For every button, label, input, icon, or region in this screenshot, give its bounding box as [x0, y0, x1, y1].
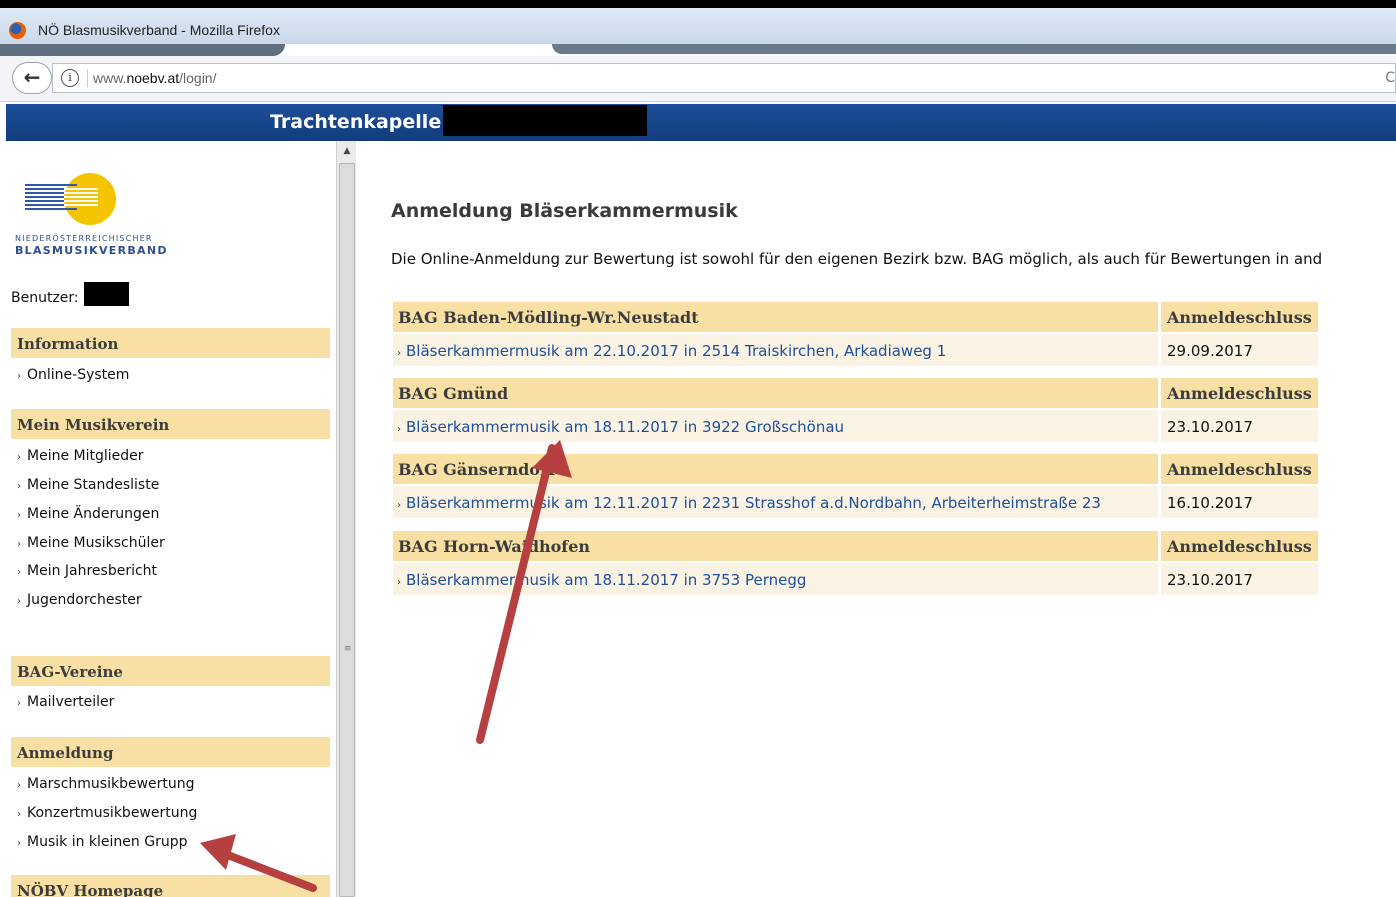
chevron-right-icon: › [397, 577, 401, 588]
intro-text: Die Online-Anmeldung zur Bewertung ist s… [391, 250, 1323, 268]
sidebar-heading-bag-vereine: BAG-Vereine [11, 656, 330, 686]
reload-icon[interactable]: C [1385, 70, 1395, 86]
deadline-value: 16.10.2017 [1161, 486, 1318, 518]
chevron-right-icon: › [17, 809, 21, 820]
sidebar-item-label: Meine Änderungen [27, 506, 160, 522]
tab-left[interactable] [0, 44, 285, 56]
logo-text-line1: NIEDERÖSTERREICHISCHER [15, 234, 153, 243]
deadline-value: 29.09.2017 [1161, 334, 1318, 366]
sidebar-item-label: Online-System [27, 367, 130, 383]
deadline-heading: Anmeldeschluss [1161, 302, 1318, 332]
window-titlebar: NÖ Blasmusikverband - Mozilla Firefox [0, 8, 1396, 44]
sidebar-item-label: Mein Jahresbericht [27, 563, 158, 579]
bag-heading: BAG Gmünd [393, 378, 1158, 408]
site-header: Trachtenkapelle [6, 104, 1396, 141]
sidebar-heading-information: Information [11, 328, 330, 358]
deadline-heading: Anmeldeschluss [1161, 531, 1318, 561]
chevron-right-icon: › [17, 596, 21, 607]
sidebar-scrollbar[interactable]: ▲ ≡ [336, 141, 356, 897]
deadline-value: 23.10.2017 [1161, 563, 1318, 595]
sidebar-item-standesliste[interactable]: › Meine Standesliste [17, 477, 159, 493]
user-label: Benutzer: [11, 290, 79, 306]
scroll-up-arrow-icon[interactable]: ▲ [340, 144, 354, 158]
url-path: /login/ [179, 70, 217, 86]
event-link[interactable]: › Bläserkammermusik am 18.11.2017 in 3922… [393, 410, 1158, 442]
url-text[interactable]: www.noebv.at/login/ [93, 70, 216, 86]
url-separator [87, 69, 88, 87]
scroll-grip-icon: ≡ [344, 644, 352, 654]
sidebar-item-label: Mailverteiler [27, 694, 115, 710]
sidebar-item-label: Meine Mitglieder [27, 448, 144, 464]
logo-stripes [64, 188, 98, 208]
sidebar-heading-noebv-homepage[interactable]: NÖBV Homepage [11, 875, 330, 897]
sidebar: NIEDERÖSTERREICHISCHER BLASMUSIKVERBAND … [6, 141, 336, 897]
sidebar-item-label: Jugendorchester [27, 592, 142, 608]
chevron-right-icon: › [17, 780, 21, 791]
url-domain: noebv.at [126, 70, 180, 86]
sidebar-item-label: Marschmusikbewertung [27, 776, 195, 792]
screen-top-edge [0, 0, 1396, 8]
sidebar-heading-anmeldung: Anmeldung [11, 737, 330, 767]
page-title: Anmeldung Bläserkammermusik [391, 200, 738, 222]
chevron-right-icon: › [17, 371, 21, 382]
chevron-right-icon: › [17, 510, 21, 521]
sidebar-item-jahresbericht[interactable]: › Mein Jahresbericht [17, 563, 157, 579]
back-arrow-icon: ← [23, 65, 41, 89]
event-link[interactable]: › Bläserkammermusik am 22.10.2017 in 2514… [393, 334, 1158, 366]
tab-strip [552, 44, 1396, 54]
chevron-right-icon: › [397, 424, 401, 435]
event-link-text[interactable]: Bläserkammermusik am 18.11.2017 in 3922 … [406, 418, 844, 436]
chevron-right-icon: › [17, 539, 21, 550]
browser-navbar: ← i www.noebv.at/login/ C [0, 56, 1396, 102]
sidebar-item-konzertmusik[interactable]: › Konzertmusikbewertung [17, 805, 197, 821]
sidebar-item-jugendorchester[interactable]: › Jugendorchester [17, 592, 142, 608]
bag-heading: BAG Baden-Mödling-Wr.Neustadt [393, 302, 1158, 332]
event-link-text[interactable]: Bläserkammermusik am 18.11.2017 in 3753 … [406, 571, 806, 589]
redacted-username [84, 282, 129, 306]
chevron-right-icon: › [17, 567, 21, 578]
sidebar-item-online-system[interactable]: › Online-System [17, 367, 129, 383]
site-title: Trachtenkapelle [270, 111, 442, 133]
sidebar-item-label: Meine Standesliste [27, 477, 160, 493]
bag-heading: BAG Gänserndorf [393, 454, 1158, 484]
sidebar-item-musikschueler[interactable]: › Meine Musikschüler [17, 535, 165, 551]
logo-text-line2: BLASMUSIKVERBAND [15, 244, 168, 257]
window-title: NÖ Blasmusikverband - Mozilla Firefox [38, 22, 280, 38]
url-bar[interactable]: i www.noebv.at/login/ C [52, 63, 1396, 93]
event-link[interactable]: › Bläserkammermusik am 18.11.2017 in 3753… [393, 563, 1158, 595]
deadline-heading: Anmeldeschluss [1161, 378, 1318, 408]
bag-heading: BAG Horn-Waidhofen [393, 531, 1158, 561]
chevron-right-icon: › [17, 481, 21, 492]
chevron-right-icon: › [397, 500, 401, 511]
back-button[interactable]: ← [12, 62, 52, 94]
info-icon[interactable]: i [61, 69, 79, 87]
scroll-thumb[interactable]: ≡ [339, 163, 355, 897]
event-link-text[interactable]: Bläserkammermusik am 12.11.2017 in 2231 … [406, 494, 1101, 512]
redacted-block [443, 105, 647, 136]
url-prefix: www. [93, 70, 127, 86]
deadline-value: 23.10.2017 [1161, 410, 1318, 442]
chevron-right-icon: › [397, 348, 401, 359]
sidebar-item-kleine-gruppen[interactable]: › Musik in kleinen Grupp [17, 834, 187, 850]
chevron-right-icon: › [17, 698, 21, 709]
sidebar-item-label: Meine Musikschüler [27, 535, 165, 551]
sidebar-item-marschmusik[interactable]: › Marschmusikbewertung [17, 776, 195, 792]
chevron-right-icon: › [17, 452, 21, 463]
sidebar-item-aenderungen[interactable]: › Meine Änderungen [17, 506, 159, 522]
sidebar-item-mailverteiler[interactable]: › Mailverteiler [17, 694, 114, 710]
sidebar-heading-mein-musikverein: Mein Musikverein [11, 409, 330, 439]
deadline-heading: Anmeldeschluss [1161, 454, 1318, 484]
chevron-right-icon: › [17, 838, 21, 849]
event-link[interactable]: › Bläserkammermusik am 12.11.2017 in 2231… [393, 486, 1158, 518]
sidebar-item-label: Musik in kleinen Grupp [27, 834, 188, 850]
firefox-icon [9, 22, 26, 39]
sidebar-item-mitglieder[interactable]: › Meine Mitglieder [17, 448, 144, 464]
event-link-text[interactable]: Bläserkammermusik am 22.10.2017 in 2514 … [406, 342, 946, 360]
sidebar-item-label: Konzertmusikbewertung [27, 805, 198, 821]
